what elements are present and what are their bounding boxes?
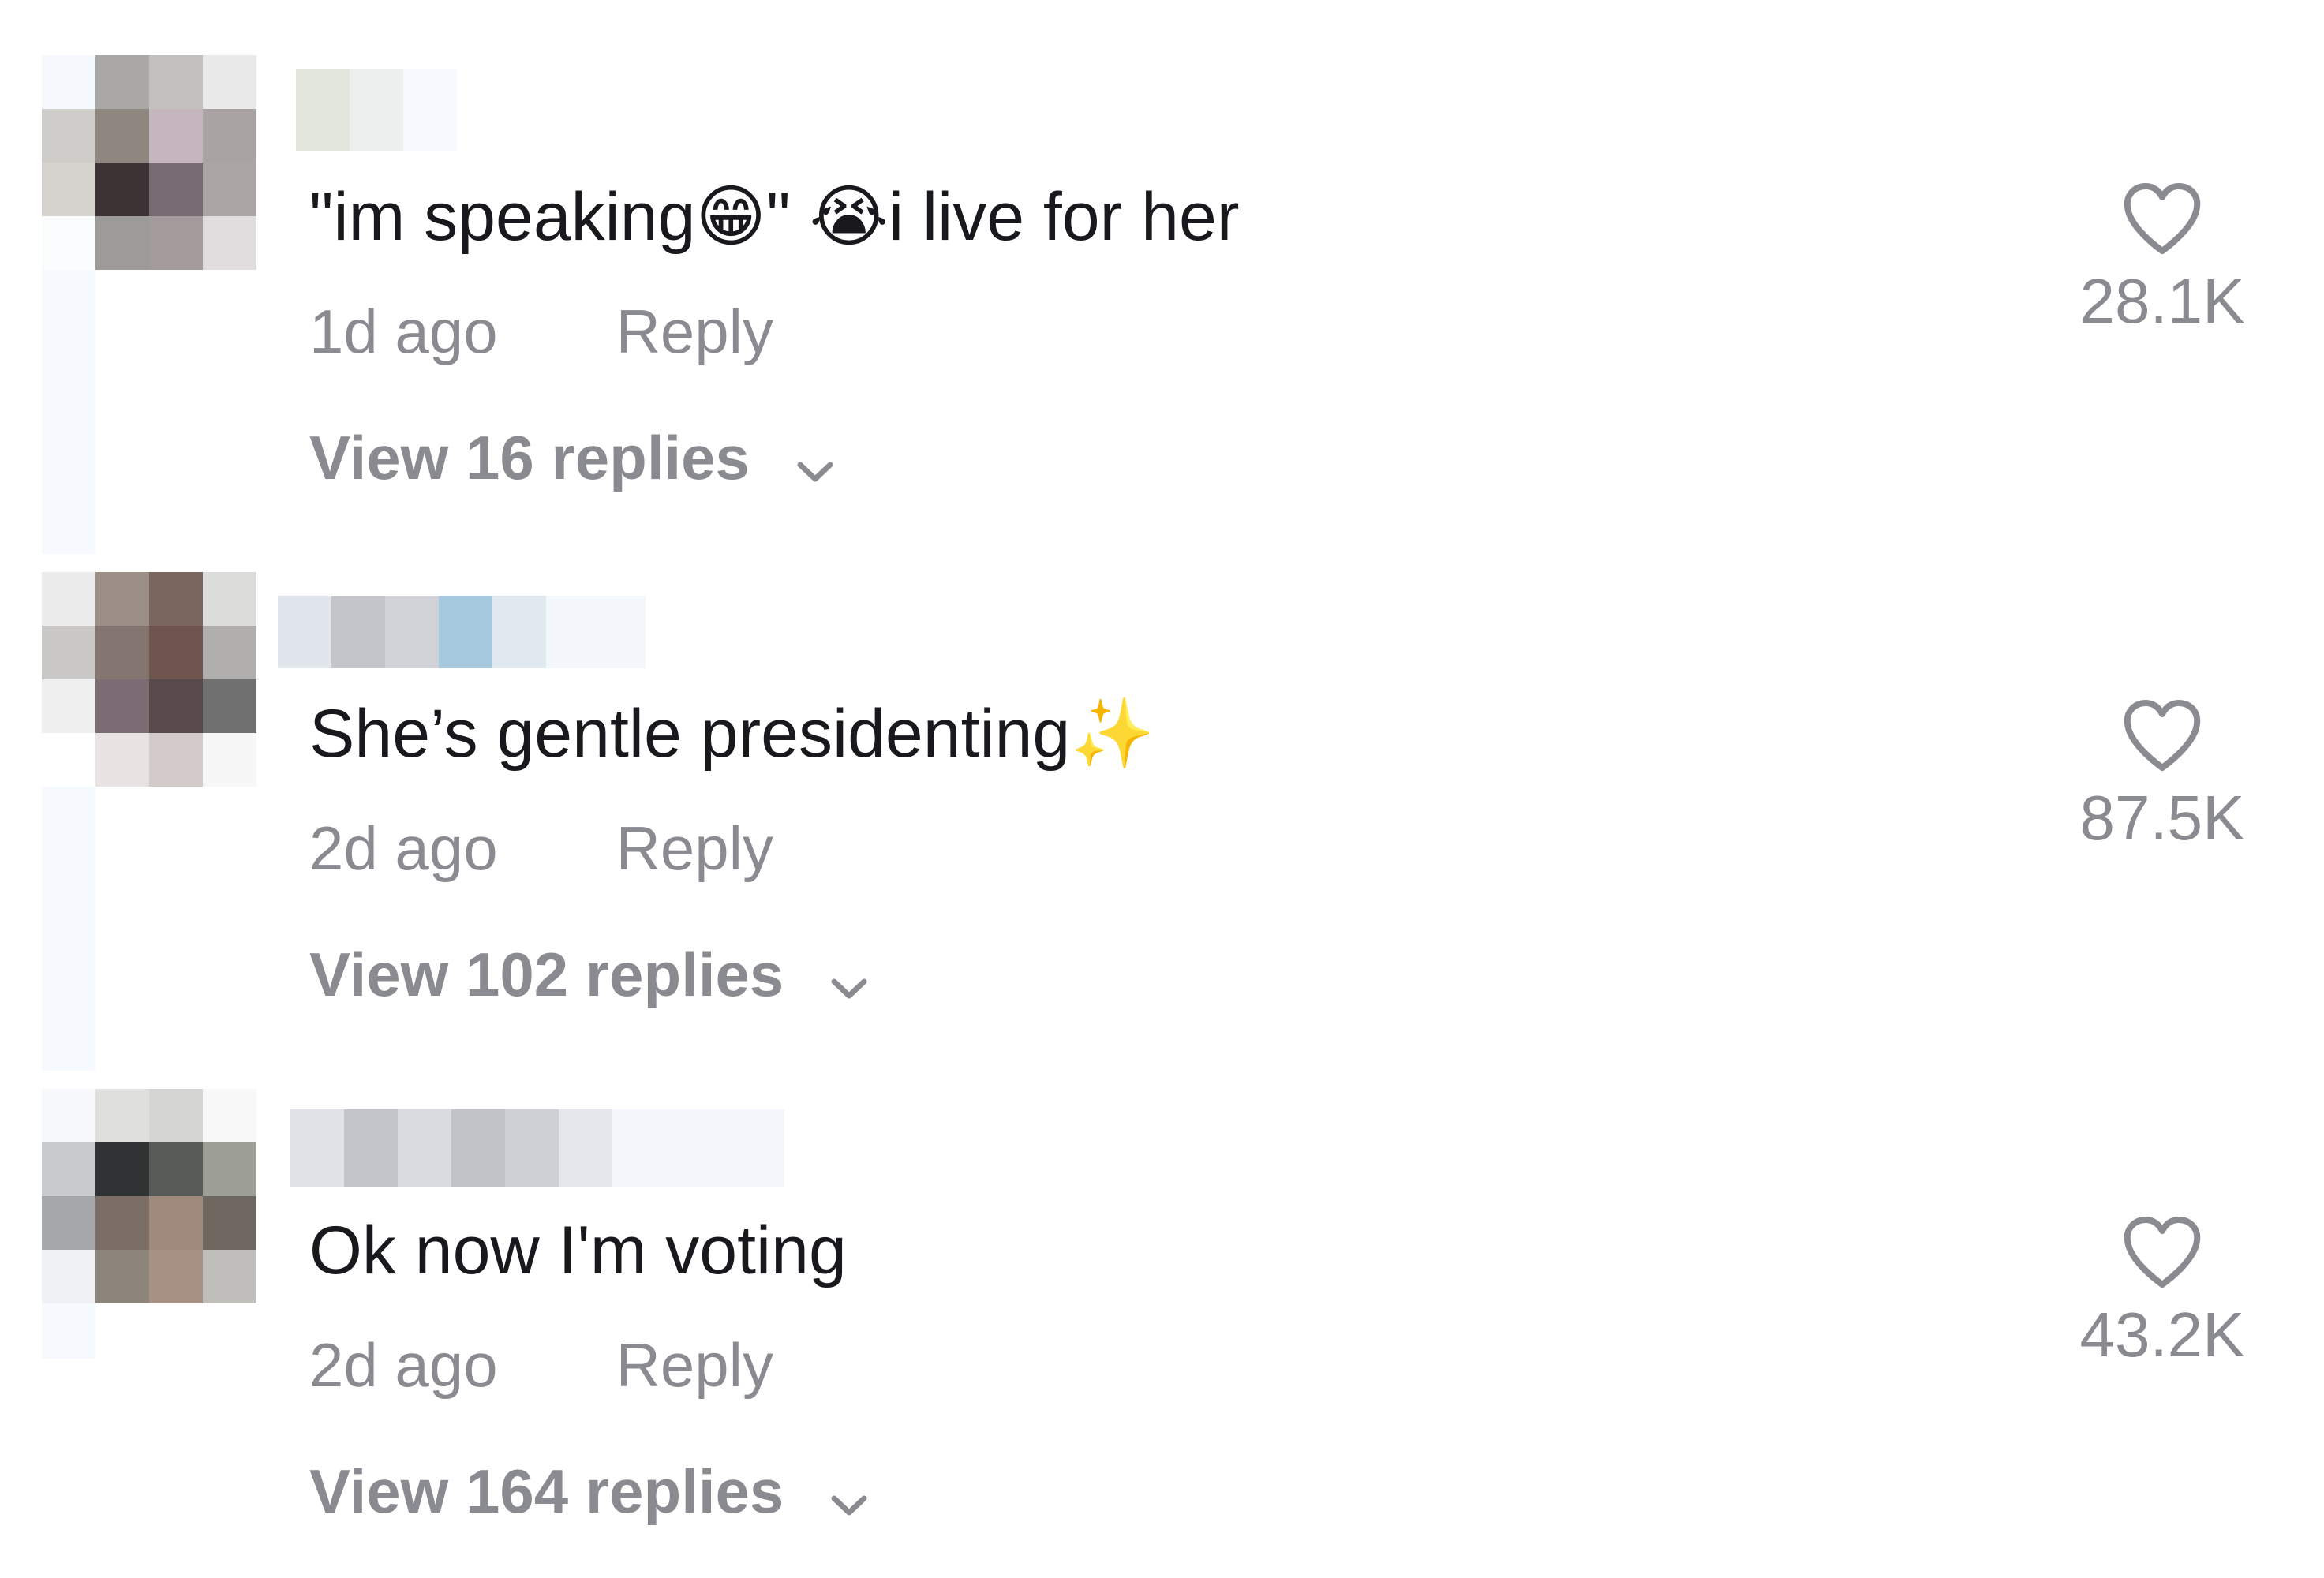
reply-button[interactable]: Reply <box>616 813 773 883</box>
timestamp: 2d ago <box>309 1330 498 1400</box>
comment-item: She’s gentle presidenting✨ 2d ago Reply V… <box>0 517 2324 1071</box>
avatar[interactable] <box>42 572 256 787</box>
view-replies-label: View 164 replies <box>309 1456 784 1526</box>
thread-line <box>42 1303 95 1359</box>
chevron-down-icon <box>829 1453 869 1539</box>
thread-line <box>42 787 95 1071</box>
reply-button[interactable]: Reply <box>616 1330 773 1400</box>
comment-text: Ok now I'm voting <box>309 1213 847 1288</box>
view-replies-button[interactable]: View 16 replies <box>309 414 835 506</box>
comment-meta: 1d ago Reply <box>309 288 773 375</box>
heart-icon <box>2124 1217 2201 1288</box>
thread-line <box>42 270 95 554</box>
comment-item: "im speaking😁" 😭i live for her 1d ago Rep… <box>0 0 2324 554</box>
view-replies-label: View 102 replies <box>309 940 784 1009</box>
like-count: 28.1K <box>2079 266 2245 336</box>
avatar[interactable] <box>42 55 256 270</box>
comment-meta: 2d ago Reply <box>309 1322 773 1408</box>
like-button[interactable]: 28.1K <box>2028 181 2296 341</box>
heart-icon <box>2124 700 2201 771</box>
chevron-down-icon <box>829 936 869 1023</box>
comment-text: She’s gentle presidenting✨ <box>309 696 1155 772</box>
chevron-down-icon <box>795 419 835 506</box>
heart-icon <box>2124 183 2201 254</box>
comment-item: Ok now I'm voting 2d ago Reply View 164 r… <box>0 1034 2324 1539</box>
comment-meta: 2d ago Reply <box>309 805 773 892</box>
like-count: 87.5K <box>2079 783 2245 853</box>
view-replies-button[interactable]: View 164 replies <box>309 1448 869 1539</box>
like-button[interactable]: 87.5K <box>2028 698 2296 858</box>
username[interactable] <box>290 1109 784 1187</box>
like-button[interactable]: 43.2K <box>2028 1215 2296 1374</box>
username[interactable] <box>278 596 646 668</box>
username[interactable] <box>296 69 457 151</box>
like-count: 43.2K <box>2079 1299 2245 1370</box>
timestamp: 2d ago <box>309 813 498 883</box>
avatar[interactable] <box>42 1089 256 1303</box>
view-replies-label: View 16 replies <box>309 423 750 492</box>
comment-text: "im speaking😁" 😭i live for her <box>309 179 1240 255</box>
view-replies-button[interactable]: View 102 replies <box>309 931 869 1023</box>
reply-button[interactable]: Reply <box>616 297 773 366</box>
timestamp: 1d ago <box>309 297 498 366</box>
